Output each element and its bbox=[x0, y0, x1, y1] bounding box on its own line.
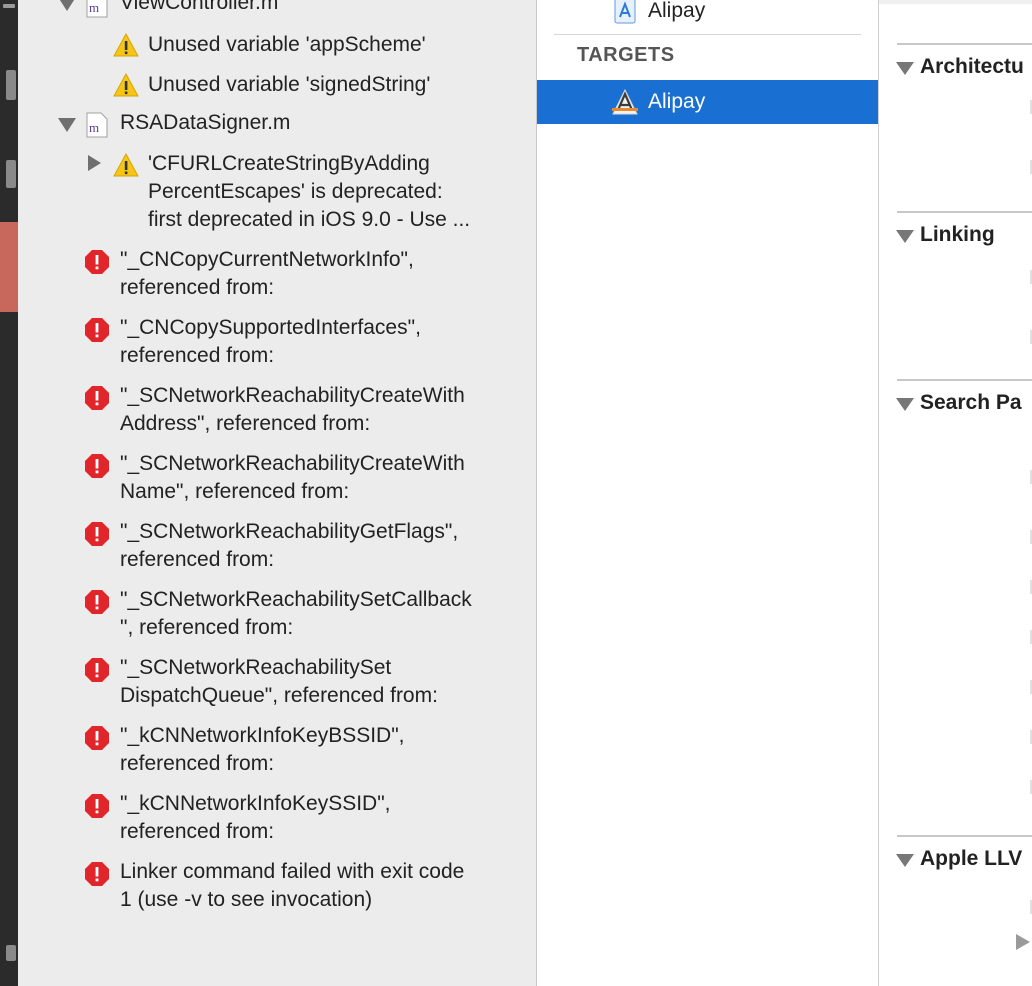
strip-active-marker[interactable] bbox=[0, 222, 18, 312]
section-divider bbox=[897, 835, 1032, 837]
error-message[interactable]: "_SCNetworkReachabilityCreateWith Addres… bbox=[120, 382, 465, 438]
project-targets-panel: Alipay TARGETS Alipay bbox=[537, 0, 879, 986]
warning-message[interactable]: Unused variable 'signedString' bbox=[148, 71, 430, 99]
warning-icon bbox=[113, 33, 139, 57]
error-icon bbox=[85, 318, 109, 342]
svg-text:m: m bbox=[89, 0, 99, 15]
disclosure-expanded-icon[interactable] bbox=[896, 398, 914, 411]
error-message[interactable]: "_SCNetworkReachabilitySet DispatchQueue… bbox=[120, 654, 438, 710]
issue-navigator: m ViewController.m Unused variable 'appS… bbox=[18, 0, 537, 986]
svg-text:m: m bbox=[89, 120, 99, 135]
warning-message[interactable]: Unused variable 'appScheme' bbox=[148, 31, 426, 59]
divider bbox=[554, 34, 861, 35]
disclosure-expanded-icon[interactable] bbox=[896, 230, 914, 243]
error-message[interactable]: "_SCNetworkReachabilitySetCallback ", re… bbox=[120, 586, 472, 642]
error-icon bbox=[85, 794, 109, 818]
target-name[interactable]: Alipay bbox=[648, 90, 705, 114]
project-icon bbox=[614, 0, 636, 24]
toolbar-strip bbox=[0, 0, 18, 986]
error-message[interactable]: Linker command failed with exit code 1 (… bbox=[120, 858, 464, 914]
strip-icon[interactable] bbox=[6, 70, 16, 100]
warning-icon bbox=[113, 73, 139, 97]
file-name[interactable]: RSADataSigner.m bbox=[120, 111, 290, 135]
section-divider bbox=[897, 379, 1032, 381]
app-target-icon bbox=[612, 88, 638, 115]
error-icon bbox=[85, 726, 109, 750]
error-icon bbox=[85, 250, 109, 274]
error-icon bbox=[85, 590, 109, 614]
section-title-linking[interactable]: Linking bbox=[920, 223, 995, 247]
disclosure-expanded-icon[interactable] bbox=[896, 854, 914, 867]
error-icon bbox=[85, 862, 109, 886]
section-divider bbox=[897, 43, 1032, 45]
error-icon bbox=[85, 454, 109, 478]
disclosure-expanded-icon[interactable] bbox=[58, 118, 76, 132]
build-settings-panel: Architectu Linking Search Pa Apple LLV bbox=[879, 0, 1032, 986]
objc-file-icon: m bbox=[86, 112, 108, 138]
error-icon bbox=[85, 658, 109, 682]
section-title-architectures[interactable]: Architectu bbox=[920, 55, 1024, 79]
strip-bar bbox=[3, 4, 15, 8]
error-icon bbox=[85, 386, 109, 410]
disclosure-collapsed-icon[interactable] bbox=[1016, 934, 1030, 950]
disclosure-expanded-icon[interactable] bbox=[896, 62, 914, 75]
objc-file-icon: m bbox=[86, 0, 108, 18]
section-divider bbox=[897, 211, 1032, 213]
strip-icon[interactable] bbox=[6, 160, 16, 188]
disclosure-collapsed-icon[interactable] bbox=[88, 155, 101, 171]
section-title-apple-llvm[interactable]: Apple LLV bbox=[920, 847, 1022, 871]
file-name[interactable]: ViewController.m bbox=[120, 0, 278, 15]
strip-icon[interactable] bbox=[6, 945, 16, 961]
error-message[interactable]: "_kCNNetworkInfoKeySSID", referenced fro… bbox=[120, 790, 391, 846]
warning-icon bbox=[113, 153, 139, 177]
error-message[interactable]: "_CNCopySupportedInterfaces", referenced… bbox=[120, 314, 421, 370]
disclosure-expanded-icon[interactable] bbox=[58, 0, 76, 11]
divider bbox=[879, 0, 1032, 4]
targets-header: TARGETS bbox=[577, 44, 675, 66]
error-message[interactable]: "_SCNetworkReachabilityGetFlags", refere… bbox=[120, 518, 458, 574]
error-message[interactable]: "_SCNetworkReachabilityCreateWith Name",… bbox=[120, 450, 465, 506]
error-message[interactable]: "_CNCopyCurrentNetworkInfo", referenced … bbox=[120, 246, 414, 302]
target-row-selected[interactable]: Alipay bbox=[537, 80, 878, 124]
project-name[interactable]: Alipay bbox=[648, 0, 705, 23]
section-title-search-paths[interactable]: Search Pa bbox=[920, 391, 1022, 415]
deprecation-warning-message[interactable]: 'CFURLCreateStringByAdding PercentEscape… bbox=[148, 150, 470, 234]
error-message[interactable]: "_kCNNetworkInfoKeyBSSID", referenced fr… bbox=[120, 722, 405, 778]
error-icon bbox=[85, 522, 109, 546]
